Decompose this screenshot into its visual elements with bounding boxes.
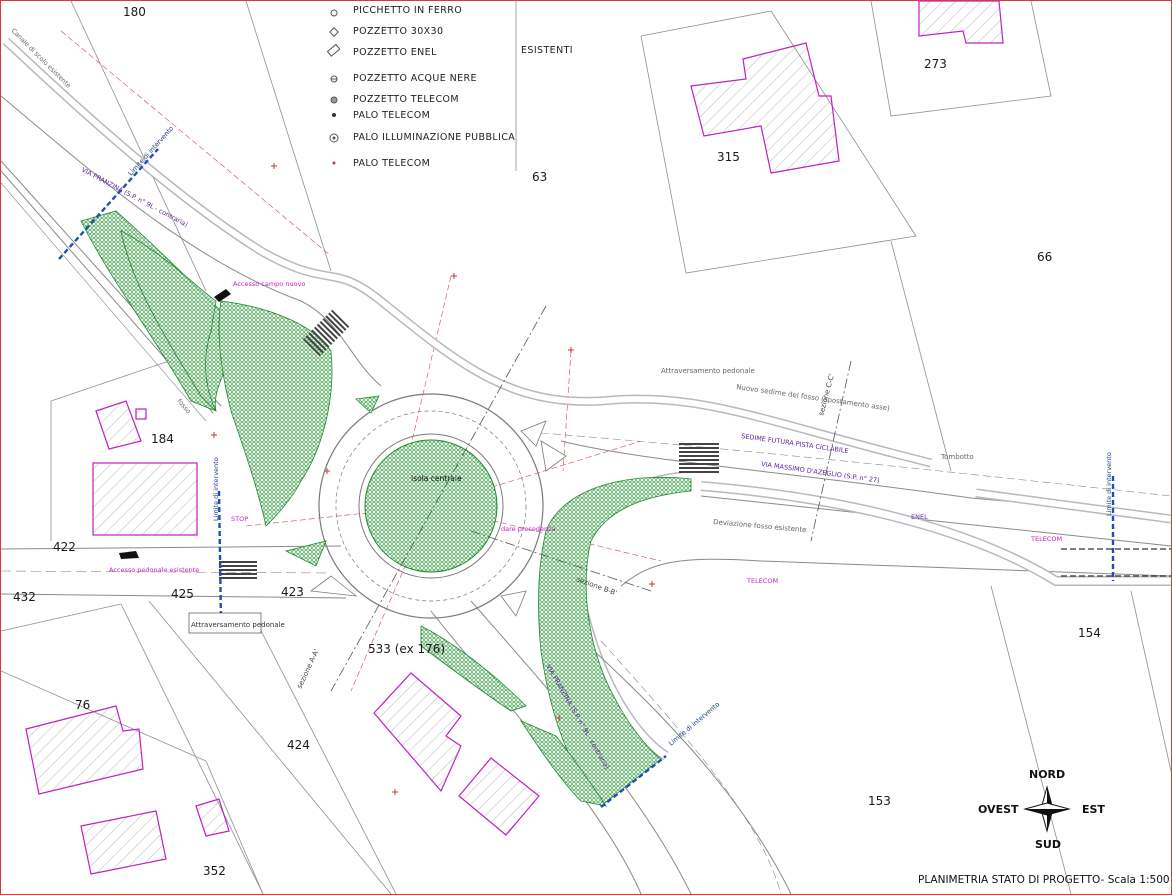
legend-item-0: PICCHETTO IN FERRO	[353, 5, 462, 16]
parcel-label: 63	[532, 170, 547, 184]
drawing-frame: PICCHETTO IN FERRO POZZETTO 30X30 POZZET…	[0, 0, 1172, 895]
parcel-label: 425	[171, 587, 194, 601]
compass-south: SUD	[1035, 838, 1061, 851]
legend-item-3: POZZETTO ACQUE NERE	[353, 73, 477, 84]
parcel-label: 180	[123, 5, 146, 19]
legend-item-4: POZZETTO TELECOM	[353, 94, 459, 105]
culvert-label: Tombotto	[940, 453, 974, 461]
parcel-label: 76	[75, 698, 90, 712]
legend-item-5: PALO TELECOM	[353, 110, 430, 121]
parcel-label: 533 (ex 176)	[368, 642, 445, 656]
parcel-label: 424	[287, 738, 310, 752]
compass-rose: NORD SUD EST OVEST	[978, 768, 1105, 851]
parcel-label: 423	[281, 585, 304, 599]
legend-item-2: POZZETTO ENEL	[353, 47, 437, 58]
telecom-label-2: TELECOM	[746, 577, 778, 585]
yield-label: dare precedenza	[501, 525, 556, 533]
telecom-pole-icon	[332, 113, 336, 117]
enel-manhole-icon	[326, 43, 341, 57]
central-island-label: Isola centrale	[411, 474, 462, 483]
parcel-label: 273	[924, 57, 947, 71]
parcel-label: 154	[1078, 626, 1101, 640]
limit-label-right: Limite di intervento	[1105, 452, 1113, 516]
compass-west: OVEST	[978, 803, 1019, 816]
ditch-deviation-label: Deviazione fosso esistente	[713, 518, 807, 534]
road-label-azeglio: VIA MASSIMO D'AZEGLIO (S.P. n° 27)	[761, 460, 880, 485]
pedestrian-access-label: Accesso pedonale esistente	[109, 566, 199, 574]
legend-item-6: PALO ILLUMINAZIONE PUBBLICA	[353, 132, 515, 143]
parcel-label: 432	[13, 590, 36, 604]
enel-label: ENEL	[911, 513, 928, 521]
access-label: Accesso campo nuovo	[233, 280, 305, 288]
parcel-label: 315	[717, 150, 740, 164]
stop-label: STOP	[231, 515, 248, 523]
street-light-icon	[329, 133, 339, 143]
legend-item-7: PALO TELECOM	[353, 158, 430, 169]
crossing-label-left: Attraversamento pedonale	[191, 621, 285, 629]
iron-stake-icon	[330, 9, 338, 17]
legend-item-1: POZZETTO 30X30	[353, 26, 443, 37]
site-plan-drawing: PICCHETTO IN FERRO POZZETTO 30X30 POZZET…	[1, 1, 1171, 894]
crossing-label-right: Attraversamento pedonale	[661, 367, 755, 375]
parcel-label: 153	[868, 794, 891, 808]
section-a-label: sezione A-A'	[296, 648, 321, 690]
legend: PICCHETTO IN FERRO POZZETTO 30X30 POZZET…	[326, 5, 573, 169]
parcel-label: 422	[53, 540, 76, 554]
parcel-label: 184	[151, 432, 174, 446]
limit-label-bottom: Limite di intervento	[667, 700, 721, 747]
manhole-30-icon	[329, 27, 339, 37]
compass-north: NORD	[1029, 768, 1065, 781]
telecom-manhole-icon	[330, 96, 338, 104]
parcel-label: 352	[203, 864, 226, 878]
telecom-pole-small-icon	[332, 161, 336, 165]
ditch-label: Nuovo sedime del fosso (spostamento asse…	[736, 383, 891, 413]
central-island	[364, 439, 498, 573]
limit-label-left: Limite di intervento	[212, 457, 220, 521]
telecom-label: TELECOM	[1030, 535, 1062, 543]
parcel-label: 66	[1037, 250, 1052, 264]
compass-east: EST	[1082, 803, 1105, 816]
legend-group-label: ESISTENTI	[521, 45, 573, 56]
sewer-manhole-icon	[330, 75, 338, 83]
drawing-title: PLANIMETRIA STATO DI PROGETTO- Scala 1:5…	[918, 874, 1170, 886]
